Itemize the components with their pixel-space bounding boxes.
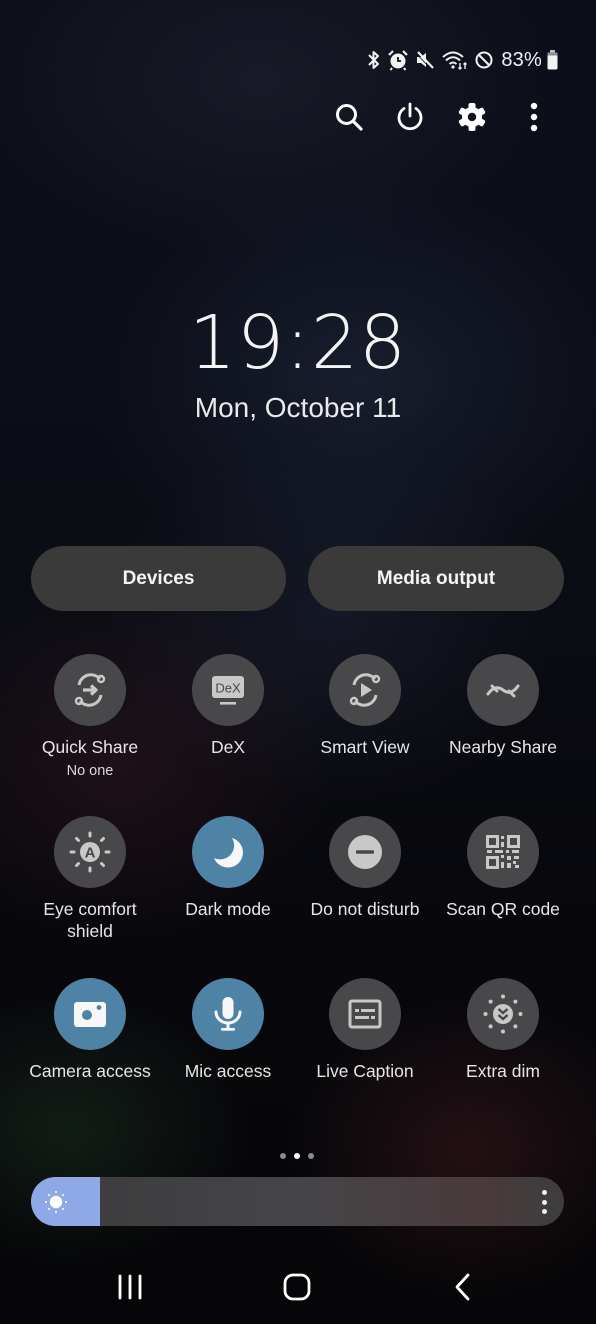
more-vert-icon [530,102,538,132]
dot [541,1209,547,1214]
camera-icon [74,1002,106,1027]
settings-button[interactable] [451,96,493,138]
tile-smart-view[interactable]: Smart View [296,654,434,758]
recents-icon [118,1274,142,1300]
more-options-button[interactable] [513,96,555,138]
tile-extra-dim[interactable]: Extra dim [434,978,572,1082]
tile-scan-qr-code[interactable]: Scan QR code [434,816,572,920]
tile-mic-access-toggle[interactable] [192,978,264,1050]
gear-icon [458,103,486,131]
tile-label: Extra dim [466,1061,540,1081]
svg-text:DeX: DeX [215,681,241,696]
tile-label: Smart View [320,737,410,757]
qr-code-icon [486,835,520,869]
home-button[interactable] [272,1268,322,1306]
tile-dark-mode[interactable]: Dark mode [159,816,297,920]
tile-label: Live Caption [316,1061,414,1081]
tile-camera-access[interactable]: Camera access [21,978,159,1082]
tile-dark-mode-toggle[interactable] [192,816,264,888]
brightness-slider[interactable] [31,1177,564,1226]
wifi-icon [442,51,468,70]
battery-icon [547,50,558,70]
tile-label: Do not disturb [310,899,420,919]
tile-quick-share[interactable]: Quick Share No one [21,654,159,781]
back-button[interactable] [438,1268,488,1306]
page-indicator [280,1153,314,1159]
clock-time: 19:28 [188,300,408,386]
do-not-disturb-icon [348,835,382,869]
clock-date: Mon, October 11 [194,392,402,423]
tile-do-not-disturb[interactable]: Do not disturb [296,816,434,920]
quick-panel-actions [326,96,562,138]
page-dot[interactable] [308,1153,314,1159]
tile-label: Scan QR code [446,899,560,919]
tile-label: Eye comfort shield [43,899,137,941]
tile-label: Dark mode [185,899,271,919]
tile-label: Quick Share [41,737,139,757]
tile-label: Mic access [184,1061,272,1081]
dex-icon: DeX [212,676,244,705]
tile-extra-dim-toggle[interactable] [467,978,539,1050]
tile-label: DeX [210,737,246,757]
tile-mic-access[interactable]: Mic access [159,978,297,1082]
tile-eye-comfort-shield[interactable]: A Eye comfort shield [21,816,159,942]
mic-icon [214,997,242,1031]
battery-percent: 83% [501,48,542,71]
tile-nearby-share[interactable]: Nearby Share [434,654,572,758]
tile-dex[interactable]: DeX DeX [159,654,297,758]
search-button[interactable] [328,96,370,138]
search-icon [336,104,363,131]
smart-view-icon [349,673,381,707]
tile-eye-comfort-toggle[interactable]: A [54,816,126,888]
home-icon [283,1273,311,1301]
tile-smart-view-toggle[interactable] [329,654,401,726]
media-output-button[interactable]: Media output [308,546,564,611]
extra-dim-icon [483,994,523,1034]
moon-icon [214,838,243,868]
status-bar: 83% [366,47,558,73]
brightness-more-button[interactable] [538,1190,550,1214]
tile-live-caption[interactable]: Live Caption [296,978,434,1082]
sun-icon [45,1191,67,1213]
tile-label: Camera access [29,1061,151,1081]
devices-button[interactable]: Devices [31,546,286,611]
power-icon [397,102,423,131]
bluetooth-icon [368,51,380,69]
page-dot-current[interactable] [294,1153,300,1159]
nearby-share-icon [486,684,520,698]
eye-comfort-icon: A [69,831,111,873]
tile-scan-qr-toggle[interactable] [467,816,539,888]
tile-camera-access-toggle[interactable] [54,978,126,1050]
caption-icon [348,999,382,1029]
recents-button[interactable] [105,1268,155,1306]
tile-sublabel: No one [66,763,114,779]
tile-dex-toggle[interactable]: DeX [192,654,264,726]
tile-nearby-share-toggle[interactable] [467,654,539,726]
page-dot[interactable] [280,1153,286,1159]
tile-quick-share-toggle[interactable] [54,654,126,726]
dot [541,1199,547,1205]
dot [541,1190,547,1195]
tile-live-caption-toggle[interactable] [329,978,401,1050]
quick-share-icon [74,673,106,707]
do-not-disturb-icon [475,51,493,69]
mute-icon [416,51,435,70]
power-button[interactable] [389,96,431,138]
back-icon [455,1273,470,1301]
tile-label: Nearby Share [449,737,557,757]
tile-do-not-disturb-toggle[interactable] [329,816,401,888]
alarm-icon [388,50,409,71]
svg-text:A: A [85,845,96,862]
